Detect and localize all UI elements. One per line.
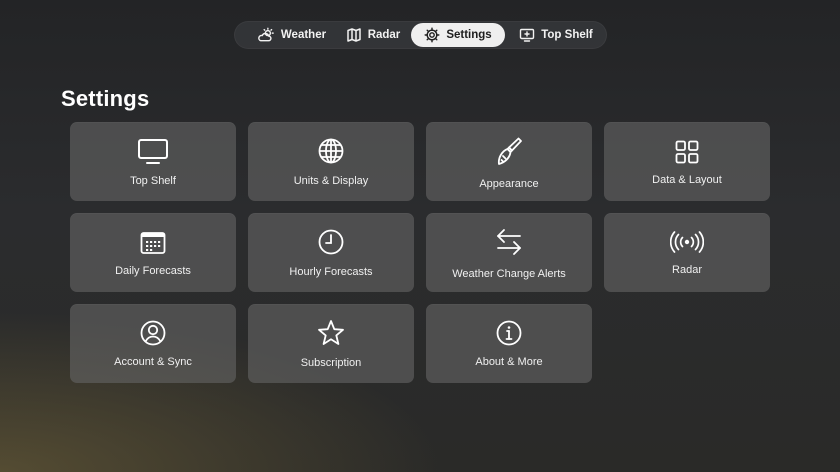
page-title: Settings — [61, 86, 150, 111]
tile-label: Weather Change Alerts — [452, 268, 566, 280]
tab-settings[interactable]: Settings — [411, 23, 505, 47]
tile-label: Subscription — [300, 357, 362, 369]
tile-about-more[interactable]: About & More — [426, 304, 592, 383]
tile-hourly-forecasts[interactable]: Hourly Forecasts — [248, 213, 414, 292]
tab-label: Top Shelf — [541, 29, 593, 41]
info-circle-icon — [426, 320, 592, 346]
tab-label: Settings — [446, 29, 492, 41]
tile-data-layout[interactable]: Data & Layout — [604, 122, 770, 201]
tile-label: Hourly Forecasts — [289, 266, 373, 278]
tab-label: Radar — [367, 29, 401, 41]
tab-top-shelf[interactable]: Top Shelf — [511, 23, 601, 47]
arrows-left-right-icon — [426, 227, 592, 257]
tile-account-sync[interactable]: Account & Sync — [70, 304, 236, 383]
tile-label: Radar — [672, 264, 702, 276]
grid-icon — [604, 140, 770, 164]
tile-top-shelf[interactable]: Top Shelf — [70, 122, 236, 201]
tab-radar[interactable]: Radar — [340, 23, 406, 47]
calendar-icon — [70, 231, 236, 255]
star-icon — [248, 319, 414, 347]
tile-units-display[interactable]: Units & Display — [248, 122, 414, 201]
tile-weather-change-alerts[interactable]: Weather Change Alerts — [426, 213, 592, 292]
cloud-sun-icon — [256, 27, 275, 43]
broadcast-icon — [604, 231, 770, 253]
tile-label: Top Shelf — [130, 175, 176, 187]
gear-icon — [424, 27, 440, 43]
tile-label: Data & Layout — [652, 174, 722, 186]
tab-label: Weather — [280, 29, 327, 41]
clock-icon — [248, 229, 414, 255]
paintbrush-icon — [426, 136, 592, 166]
tile-daily-forecasts[interactable]: Daily Forecasts — [70, 213, 236, 292]
globe-icon — [248, 138, 414, 164]
tab-weather[interactable]: Weather — [246, 23, 336, 47]
person-circle-icon — [70, 320, 236, 346]
tile-radar[interactable]: Radar — [604, 213, 770, 292]
tv-plus-icon — [519, 27, 535, 43]
tile-label: Account & Sync — [114, 356, 192, 368]
tile-appearance[interactable]: Appearance — [426, 122, 592, 201]
tile-subscription[interactable]: Subscription — [248, 304, 414, 383]
map-icon — [346, 27, 362, 43]
top-tab-bar: Weather Radar Settings Top Shelf — [234, 21, 607, 49]
tile-label: About & More — [475, 356, 543, 368]
tile-label: Daily Forecasts — [115, 265, 191, 277]
tile-label: Appearance — [479, 178, 539, 190]
tile-label: Units & Display — [293, 175, 369, 187]
tv-icon — [70, 138, 236, 166]
